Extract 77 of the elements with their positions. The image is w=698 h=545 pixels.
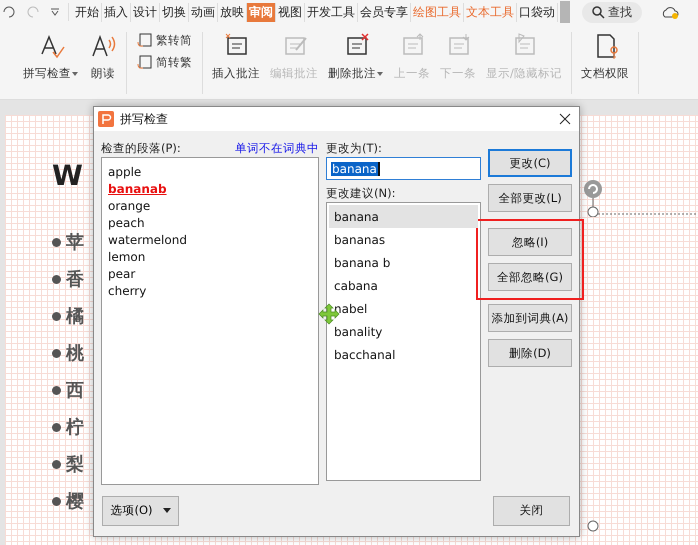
dialog-button[interactable]: 删除(D) xyxy=(488,339,572,368)
status-text: 单词不在词典中 xyxy=(235,140,319,156)
ribbon-button[interactable]: 繁转简 xyxy=(137,32,192,48)
bullet-dot-icon xyxy=(52,274,61,284)
paragraph-word: orange xyxy=(108,198,150,216)
bullet-item: 橘 xyxy=(66,305,84,328)
rotate-handle[interactable] xyxy=(583,179,603,217)
bullet-dot-icon xyxy=(52,312,61,320)
ribbon-button[interactable]: 插入批注 xyxy=(207,32,265,81)
bullet-item: 香 xyxy=(66,268,84,291)
paragraph-word: peach xyxy=(108,215,145,232)
search-button[interactable]: 查找 xyxy=(582,2,642,22)
ribbon-button[interactable]: 删除批注 xyxy=(323,32,389,81)
text-convert-icon xyxy=(137,54,153,70)
ribbon-button[interactable]: 简转繁 xyxy=(137,54,192,70)
suggestion-item[interactable]: banality xyxy=(329,320,478,344)
menu-tab[interactable]: 开始 xyxy=(73,2,102,22)
change-to-field[interactable]: banana xyxy=(326,157,481,180)
field-label: 更改为(T): xyxy=(326,140,382,156)
dialog-button[interactable]: 全部忽略(G) xyxy=(488,263,572,292)
bullet-item: 柠 xyxy=(66,416,84,439)
suggestions-list[interactable]: banana bananas banana b cabana nabel banality bacchanal xyxy=(326,202,481,482)
menu-tab[interactable]: 口袋动 xyxy=(517,2,558,22)
resize-handle[interactable] xyxy=(587,520,599,532)
suggestion-item[interactable]: banana xyxy=(329,205,478,228)
paragraph-word: watermelond xyxy=(108,232,187,250)
customize-caret-icon[interactable] xyxy=(50,8,60,16)
bullet-item: 樱 xyxy=(66,490,84,513)
paragraph-word: bananab xyxy=(108,181,167,198)
search-icon xyxy=(592,6,605,18)
bullet-dot-icon xyxy=(52,386,61,394)
dialog-button[interactable]: 全部更改(L) xyxy=(488,184,572,212)
paragraph-word: pear xyxy=(108,266,136,284)
undo-icon[interactable] xyxy=(2,6,16,18)
suggestion-item[interactable]: bananas xyxy=(329,228,478,252)
menu-tab[interactable]: 设计 xyxy=(131,2,160,22)
menu-tab[interactable]: 视图 xyxy=(276,2,305,22)
close-icon[interactable] xyxy=(559,113,571,126)
bullet-item: 梨 xyxy=(66,453,84,476)
bullet-item: 苹 xyxy=(66,231,84,254)
caret-icon xyxy=(162,508,171,514)
menu-tab[interactable]: 动画 xyxy=(189,2,218,22)
paragraph-word: apple xyxy=(108,164,142,182)
bullet-item: 西 xyxy=(66,379,84,402)
ribbon-button[interactable]: 文档权限 xyxy=(576,32,634,81)
dialog-button[interactable]: 更改(C) xyxy=(488,149,572,178)
caret-icon xyxy=(71,71,79,77)
caret-icon xyxy=(376,71,384,77)
ribbon-button[interactable]: 拼写检查 xyxy=(18,32,84,81)
text-convert-icon xyxy=(137,32,153,48)
dialog-button[interactable]: 忽略(I) xyxy=(488,228,572,256)
bullet-item: 桃 xyxy=(66,342,84,365)
suggestion-item[interactable]: bacchanal xyxy=(329,343,478,366)
menu-tab[interactable]: 插入 xyxy=(102,2,131,22)
cloud-icon[interactable] xyxy=(660,4,680,20)
bullet-dot-icon xyxy=(52,238,61,246)
field-label: 检查的段落(P): xyxy=(101,140,181,156)
options-button[interactable]: 选项(O) xyxy=(102,496,179,526)
slide-title: W xyxy=(52,159,83,192)
paragraph-word: lemon xyxy=(108,249,146,266)
field-label: 更改建议(N): xyxy=(326,186,396,201)
suggestion-item[interactable]: banana b xyxy=(329,251,478,274)
menu-tab[interactable]: 会员专享 xyxy=(358,2,411,22)
close-button[interactable]: 关闭 xyxy=(493,496,570,526)
dialog-button[interactable]: 添加到词典(A) xyxy=(488,304,572,332)
bullet-dot-icon xyxy=(52,348,61,358)
ribbon-button[interactable]: 朗读 xyxy=(84,32,122,81)
bullet-dot-icon xyxy=(52,422,61,432)
suggestion-item[interactable]: cabana xyxy=(329,274,478,298)
paragraph-word: cherry xyxy=(108,283,146,300)
paragraph-box[interactable]: apple bananab orange peach watermelond lemon pear cherry xyxy=(101,157,319,486)
menu-tab[interactable]: 开发工具 xyxy=(305,2,358,22)
bullet-dot-icon xyxy=(52,496,61,506)
app-logo-icon xyxy=(98,111,114,128)
dialog-title: 拼写检查 xyxy=(120,110,169,128)
bullet-dot-icon xyxy=(52,460,61,468)
menu-tab[interactable]: 切换 xyxy=(160,2,189,22)
